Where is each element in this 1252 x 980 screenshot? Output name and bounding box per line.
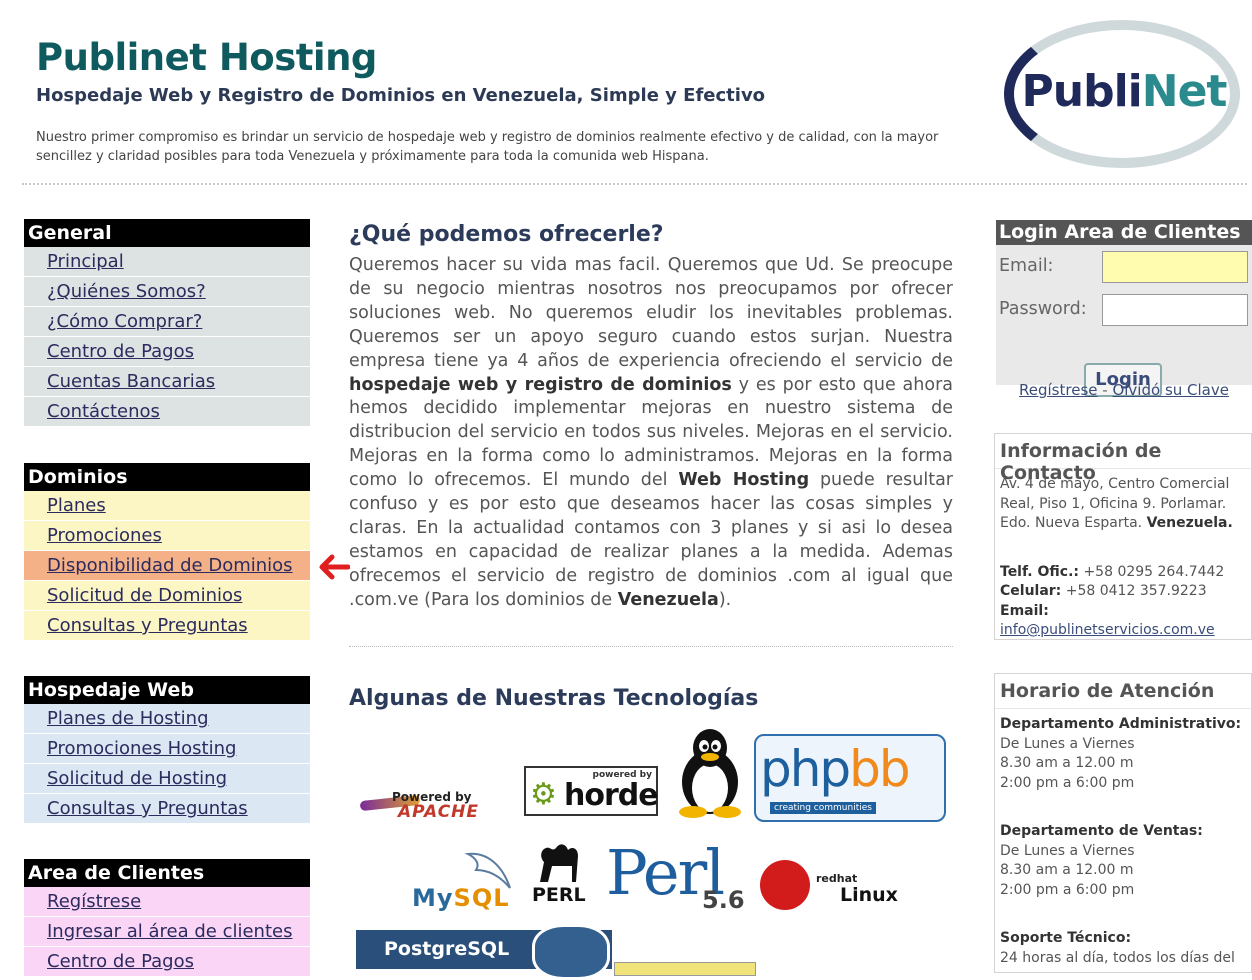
apache-logo: Powered by APACHE: [356, 784, 512, 824]
elephant-icon: [532, 924, 610, 980]
redhat-linux-logo: redhat Linux: [760, 856, 898, 912]
main-title: ¿Qué podemos ofrecerle?: [349, 222, 664, 247]
menu-item-contactenos[interactable]: Contáctenos: [24, 397, 310, 427]
contact-body: Av. 4 de mayo, Centro Comercial Real, Pi…: [995, 469, 1251, 647]
menu-item-centro-pagos-clientes[interactable]: Centro de Pagos: [24, 947, 310, 977]
menu-hosting-title: Hospedaje Web: [24, 676, 310, 704]
horde-logo: powered by ⚙ horde: [524, 766, 659, 816]
publinet-logo[interactable]: PubliNet: [1000, 18, 1248, 170]
main-paragraph: Queremos hacer su vida mas facil. Querem…: [349, 255, 953, 610]
password-input[interactable]: [1102, 294, 1248, 326]
phpbb-logo: phpbb creating communities: [754, 734, 946, 822]
menu-item-planes[interactable]: Planes: [24, 491, 310, 521]
postgresql-logo: PostgreSQL: [356, 924, 612, 980]
login-title: Login Area de Clientes: [996, 220, 1252, 245]
contact-cell: Celular: +58 0412 357.9223: [1000, 583, 1207, 599]
perl-logo: Perl 5.6: [606, 836, 745, 914]
menu-item-disponibilidad-dominios[interactable]: Disponibilidad de Dominios: [24, 551, 310, 581]
contact-email-label: Email:: [1000, 602, 1049, 619]
header-divider: [22, 183, 1247, 185]
menu-item-ingresar-clientes[interactable]: Ingresar al área de clientes: [24, 917, 310, 947]
contact-title: Información de Contacto: [995, 434, 1251, 484]
perl-camel-logo: PERL: [528, 834, 590, 908]
menu-item-promociones[interactable]: Promociones: [24, 521, 310, 551]
menu-item-registrese[interactable]: Regístrese: [24, 887, 310, 917]
tech-title: Algunas de Nuestras Tecnologías: [349, 686, 759, 711]
login-panel: Login Area de Clientes Email: Password: …: [996, 220, 1252, 399]
mysql-logo: MySQL: [410, 850, 520, 912]
hours-admin: Departamento Administrativo: De Lunes a …: [1000, 716, 1242, 791]
menu-item-consultas-dominios[interactable]: Consultas y Preguntas: [24, 611, 310, 641]
hours-support: Soporte Técnico: 24 horas al día, todos …: [1000, 930, 1235, 966]
hours-box: Horario de Atención Departamento Adminis…: [994, 673, 1252, 973]
site-intro: Nuestro primer compromiso es brindar un …: [36, 130, 939, 164]
email-input[interactable]: [1102, 251, 1248, 283]
menu-item-solicitud-dominios[interactable]: Solicitud de Dominios: [24, 581, 310, 611]
camel-icon: [540, 844, 578, 882]
menu-clientes-title: Area de Clientes: [24, 859, 310, 887]
menu-item-cuentas-bancarias[interactable]: Cuentas Bancarias: [24, 367, 310, 397]
contact-phone: Telf. Ofic.: +58 0295 264.7442: [1000, 563, 1225, 580]
contact-email-link[interactable]: info@publinetservicios.com.ve: [1000, 622, 1215, 638]
site-subtitle: Hospedaje Web y Registro de Dominios en …: [36, 85, 766, 106]
logo-text: PubliNet: [1021, 66, 1228, 117]
hours-title: Horario de Atención: [995, 674, 1251, 709]
menu-item-principal[interactable]: Principal: [24, 247, 310, 277]
menu-item-centro-de-pagos[interactable]: Centro de Pagos: [24, 337, 310, 367]
menu-dominios-title: Dominios: [24, 463, 310, 491]
hours-sales: Departamento de Ventas: De Lunes a Viern…: [1000, 823, 1203, 898]
menu-item-promociones-hosting[interactable]: Promociones Hosting: [24, 734, 310, 764]
menu-item-solicitud-hosting[interactable]: Solicitud de Hosting: [24, 764, 310, 794]
menu-item-quienes-somos[interactable]: ¿Quiénes Somos?: [24, 277, 310, 307]
menu-general-title: General: [24, 219, 310, 247]
contact-box: Información de Contacto Av. 4 de mayo, C…: [994, 433, 1252, 640]
menu-dominios: Dominios Planes Promociones Disponibilid…: [24, 463, 310, 641]
menu-clientes: Area de Clientes Regístrese Ingresar al …: [24, 859, 310, 977]
menu-item-consultas-hosting[interactable]: Consultas y Preguntas: [24, 794, 310, 824]
hours-body: Departamento Administrativo: De Lunes a …: [995, 709, 1251, 974]
login-links: Regístrese - Olvidó su Clave: [1019, 381, 1229, 399]
site-title: Publinet Hosting: [36, 36, 377, 79]
register-link[interactable]: Regístrese: [1019, 381, 1097, 399]
email-label: Email:: [999, 256, 1054, 276]
redhat-icon: [760, 860, 810, 910]
menu-item-planes-hosting[interactable]: Planes de Hosting: [24, 704, 310, 734]
menu-item-como-comprar[interactable]: ¿Cómo Comprar?: [24, 307, 310, 337]
login-form: Email: Password: Login: [996, 245, 1252, 397]
contact-address: Av. 4 de mayo, Centro Comercial Real, Pi…: [1000, 476, 1233, 531]
menu-general: General Principal ¿Quiénes Somos? ¿Cómo …: [24, 219, 310, 427]
tux-penguin-icon: [679, 729, 741, 818]
php-logo: [614, 962, 756, 976]
forgot-password-link[interactable]: Olvidó su Clave: [1112, 381, 1229, 399]
main-divider: [349, 646, 953, 647]
password-label: Password:: [999, 299, 1087, 319]
pointer-arrow-icon: [319, 554, 350, 580]
menu-hosting: Hospedaje Web Planes de Hosting Promocio…: [24, 676, 310, 824]
gear-icon: ⚙: [530, 777, 557, 812]
